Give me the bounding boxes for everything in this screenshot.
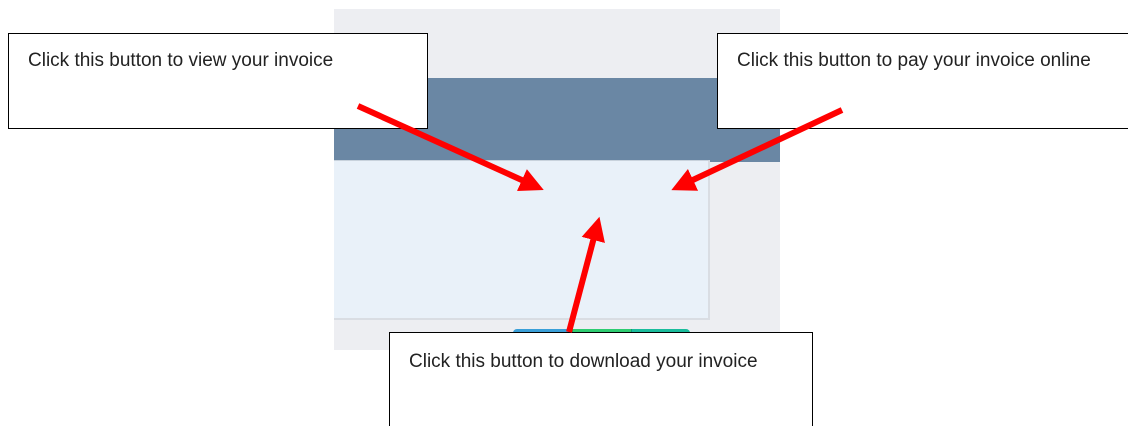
- callout-pay-text: Click this button to pay your invoice on…: [737, 50, 1091, 71]
- callout-download-invoice: Click this button to download your invoi…: [389, 332, 813, 426]
- callout-view-invoice: Click this button to view your invoice: [8, 33, 428, 129]
- tutorial-stage: $ Click this button to view your invoice…: [0, 0, 1128, 426]
- invoice-panel-body: $: [334, 160, 710, 373]
- callout-pay-invoice: Click this button to pay your invoice on…: [717, 33, 1128, 129]
- callout-download-text: Click this button to download your invoi…: [409, 351, 758, 372]
- callout-view-text: Click this button to view your invoice: [28, 50, 334, 71]
